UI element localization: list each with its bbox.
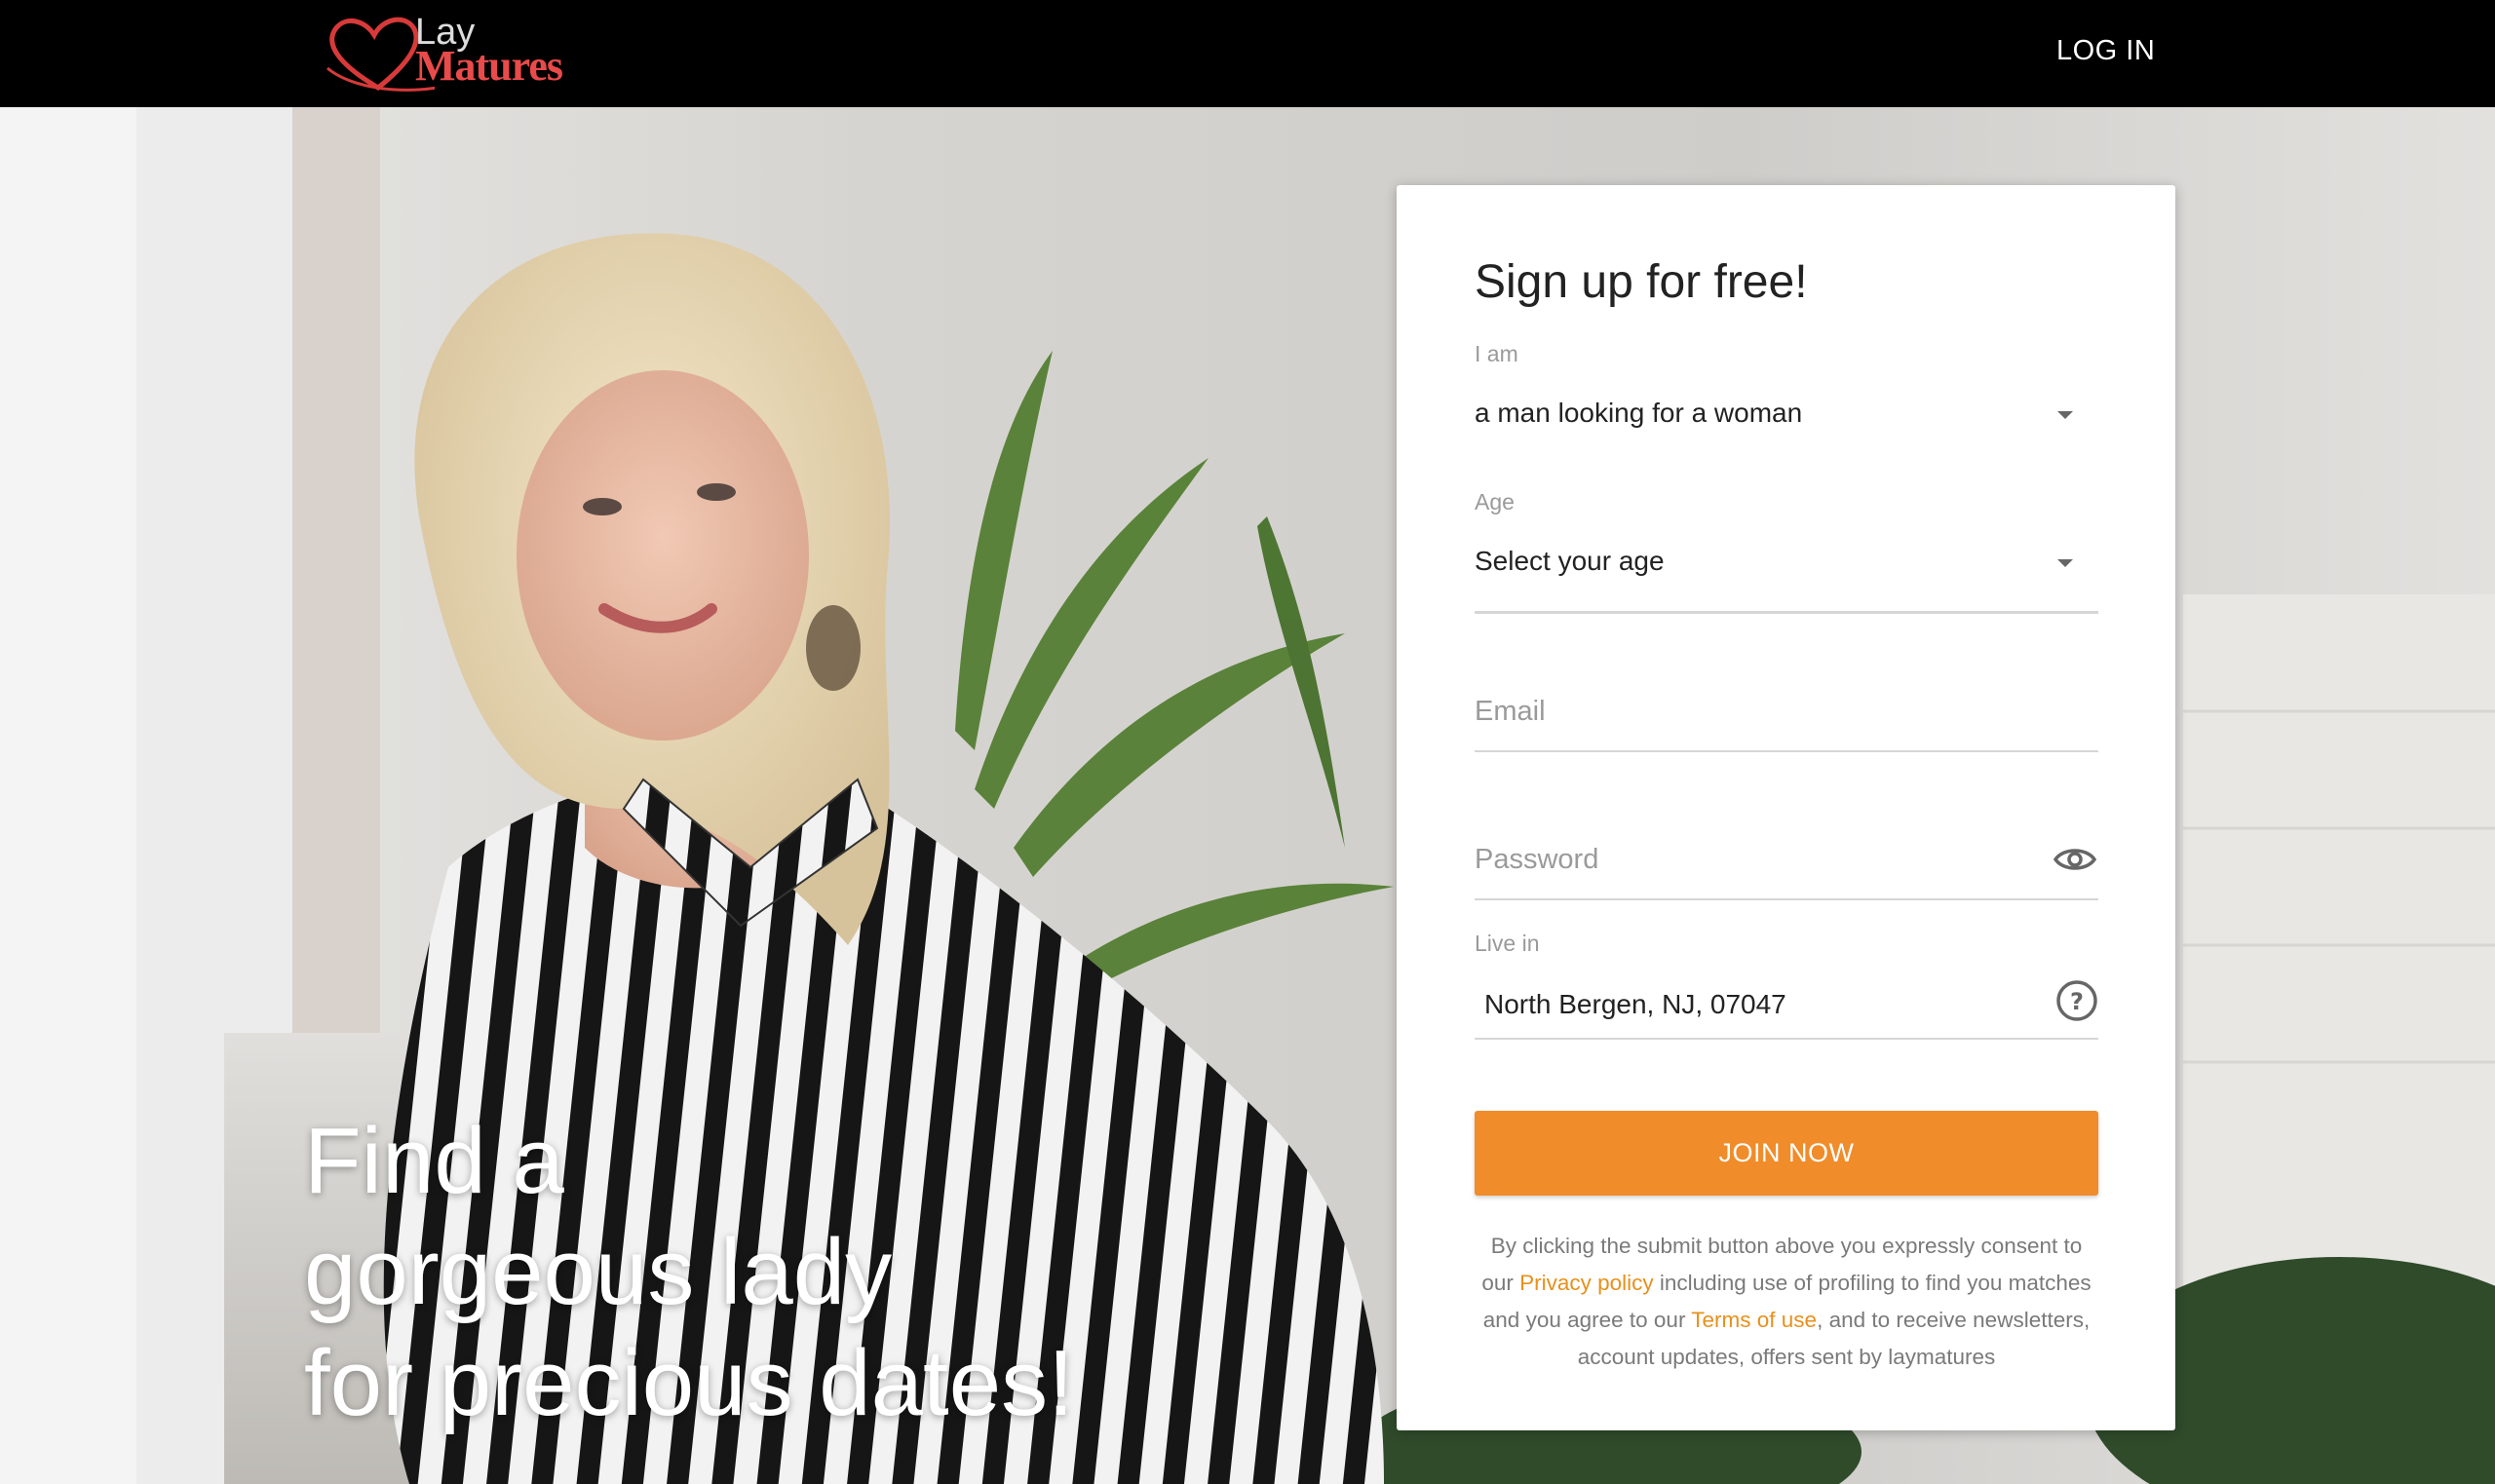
join-now-button[interactable]: JOIN NOW: [1475, 1111, 2098, 1196]
svg-text:?: ?: [2070, 988, 2084, 1015]
email-field[interactable]: Email: [1475, 692, 2098, 789]
signup-card: Sign up for free! I am a man looking for…: [1397, 185, 2175, 1430]
hero-headline-line-3: for precious dates!: [304, 1331, 1074, 1435]
legal-notice: By clicking the submit button above you …: [1475, 1228, 2098, 1376]
live-in-label: Live in: [1475, 931, 1540, 956]
age-select[interactable]: Age Select your age: [1475, 487, 2098, 633]
age-underline: [1475, 612, 2098, 614]
password-placeholder: Password: [1475, 844, 1599, 875]
live-in-field[interactable]: Live in North Bergen, NJ, 07047 ?: [1475, 931, 2098, 1047]
hero-headline: Find a gorgeous lady for precious dates!: [304, 1106, 1181, 1439]
hero-headline-line-1: Find a: [304, 1109, 564, 1213]
site-logo[interactable]: Lay Matures: [318, 10, 571, 95]
iam-value: a man looking for a woman: [1475, 398, 1803, 428]
top-navigation-bar: Lay Matures LOG IN: [0, 0, 2495, 107]
age-value: Select your age: [1475, 546, 1665, 576]
signup-title: Sign up for free!: [1475, 256, 1808, 308]
chevron-down-icon[interactable]: [2057, 411, 2073, 419]
logo-text-matures: Matures: [415, 42, 563, 90]
hero-headline-line-2: gorgeous lady: [304, 1220, 893, 1324]
age-label: Age: [1475, 489, 1515, 514]
question-circle-icon[interactable]: ?: [2055, 979, 2098, 1022]
terms-of-use-link[interactable]: Terms of use: [1691, 1308, 1817, 1332]
iam-label: I am: [1475, 341, 1518, 366]
eye-icon[interactable]: [2052, 840, 2098, 879]
live-in-underline: [1475, 1038, 2098, 1040]
login-link[interactable]: LOG IN: [2056, 33, 2155, 69]
iam-select[interactable]: I am a man looking for a woman: [1475, 341, 2098, 613]
live-in-value: North Bergen, NJ, 07047: [1484, 989, 1786, 1019]
email-underline: [1475, 750, 2098, 752]
chevron-down-icon[interactable]: [2057, 559, 2073, 567]
password-underline: [1475, 898, 2098, 900]
password-field[interactable]: Password: [1475, 840, 2098, 937]
email-placeholder: Email: [1475, 696, 1546, 727]
privacy-policy-link[interactable]: Privacy policy: [1519, 1271, 1654, 1295]
